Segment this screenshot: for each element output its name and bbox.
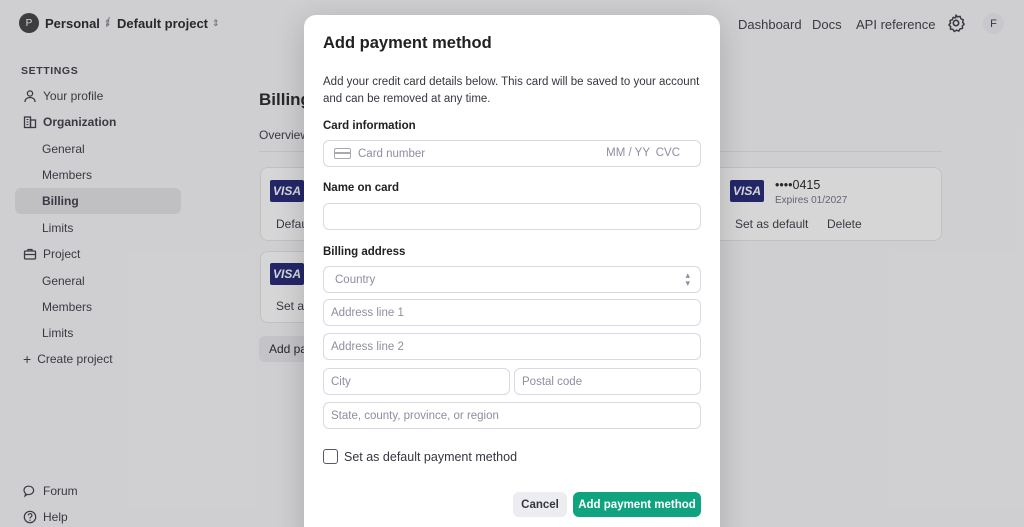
card-expiry-placeholder: MM / YY (606, 147, 650, 159)
default-payment-label[interactable]: Set as default payment method (344, 450, 517, 464)
credit-card-icon (334, 148, 351, 159)
default-payment-checkbox[interactable] (323, 449, 338, 464)
billing-address-label: Billing address (323, 246, 406, 258)
cancel-button[interactable]: Cancel (513, 492, 567, 517)
card-cvc-placeholder: CVC (655, 147, 680, 159)
name-on-card-field[interactable] (323, 203, 701, 230)
country-placeholder: Country (335, 273, 376, 286)
card-information-label: Card information (323, 120, 416, 132)
address-line-2-field[interactable]: Address line 2 (323, 333, 701, 360)
add-payment-method-dialog: Add payment method Add your credit card … (304, 15, 720, 527)
postal-code-field[interactable]: Postal code (514, 368, 701, 395)
chevron-updown-icon: ▴ ▾ (685, 270, 690, 288)
card-number-placeholder: Card number (358, 147, 426, 160)
dialog-description: Add your credit card details below. This… (323, 76, 700, 105)
address-line-1-field[interactable]: Address line 1 (323, 299, 701, 326)
add-payment-method-submit-button[interactable]: Add payment method (573, 492, 701, 517)
region-field[interactable]: State, county, province, or region (323, 402, 701, 429)
dialog-title: Add payment method (323, 34, 492, 52)
name-on-card-label: Name on card (323, 182, 400, 194)
city-field[interactable]: City (323, 368, 510, 395)
card-number-field[interactable]: Card number MM / YY CVC (323, 140, 701, 167)
country-select[interactable]: Country ▴ ▾ (323, 266, 701, 293)
